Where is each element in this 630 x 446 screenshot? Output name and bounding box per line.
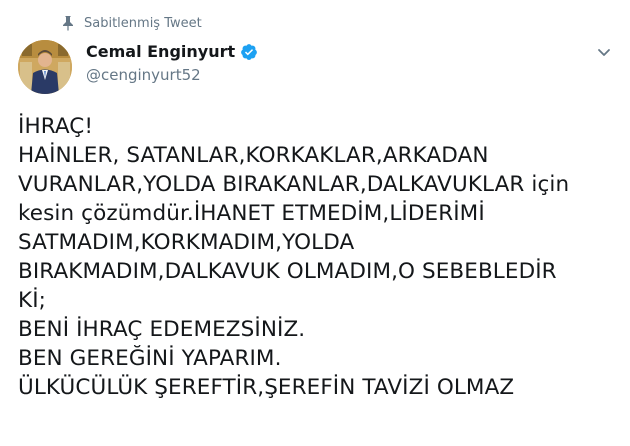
- pinned-label: Sabitlenmiş Tweet: [84, 15, 202, 31]
- author-handle[interactable]: @cenginyurt52: [86, 66, 201, 84]
- author-name[interactable]: Cemal Enginyurt: [86, 42, 235, 61]
- tweet-line: BENİ İHRAÇ EDEMEZSİNİZ.: [18, 317, 306, 342]
- pinned-indicator: Sabitlenmiş Tweet: [62, 14, 202, 32]
- avatar-image: [18, 40, 72, 94]
- tweet-line: kesin çözümdür.İHANET ETMEDİM,LİDERİMİ: [18, 201, 485, 226]
- tweet-text: İHRAÇ! HAİNLER, SATANLAR,KORKAKLAR,ARKAD…: [18, 112, 618, 402]
- tweet-line: Kİ;: [18, 288, 46, 313]
- verified-badge-icon: [241, 43, 257, 60]
- tweet-line: BIRAKMADIM,DALKAVUK OLMADIM,O SEBEBLEDİR: [18, 259, 557, 284]
- tweet-line: İHRAÇ!: [18, 114, 94, 139]
- tweet-line: HAİNLER, SATANLAR,KORKAKLAR,ARKADAN: [18, 143, 489, 168]
- tweet-line: ÜLKÜCÜLÜK ŞEREFTİR,ŞEREFİN TAVİZİ OLMAZ: [18, 375, 515, 400]
- tweet-card[interactable]: Sabitlenmiş Tweet Cemal Enginyurt @cengi…: [0, 0, 630, 446]
- chevron-down-icon[interactable]: [596, 44, 612, 60]
- pin-icon: [63, 16, 73, 31]
- tweet-line: BEN GEREĞİNİ YAPARIM.: [18, 346, 282, 371]
- tweet-line: SATMADIM,KORKMADIM,YOLDA: [18, 230, 355, 255]
- avatar[interactable]: [18, 40, 72, 94]
- tweet-line: VURANLAR,YOLDA BIRAKANLAR,DALKAVUKLAR iç…: [18, 172, 570, 197]
- author-name-row[interactable]: Cemal Enginyurt: [86, 42, 258, 61]
